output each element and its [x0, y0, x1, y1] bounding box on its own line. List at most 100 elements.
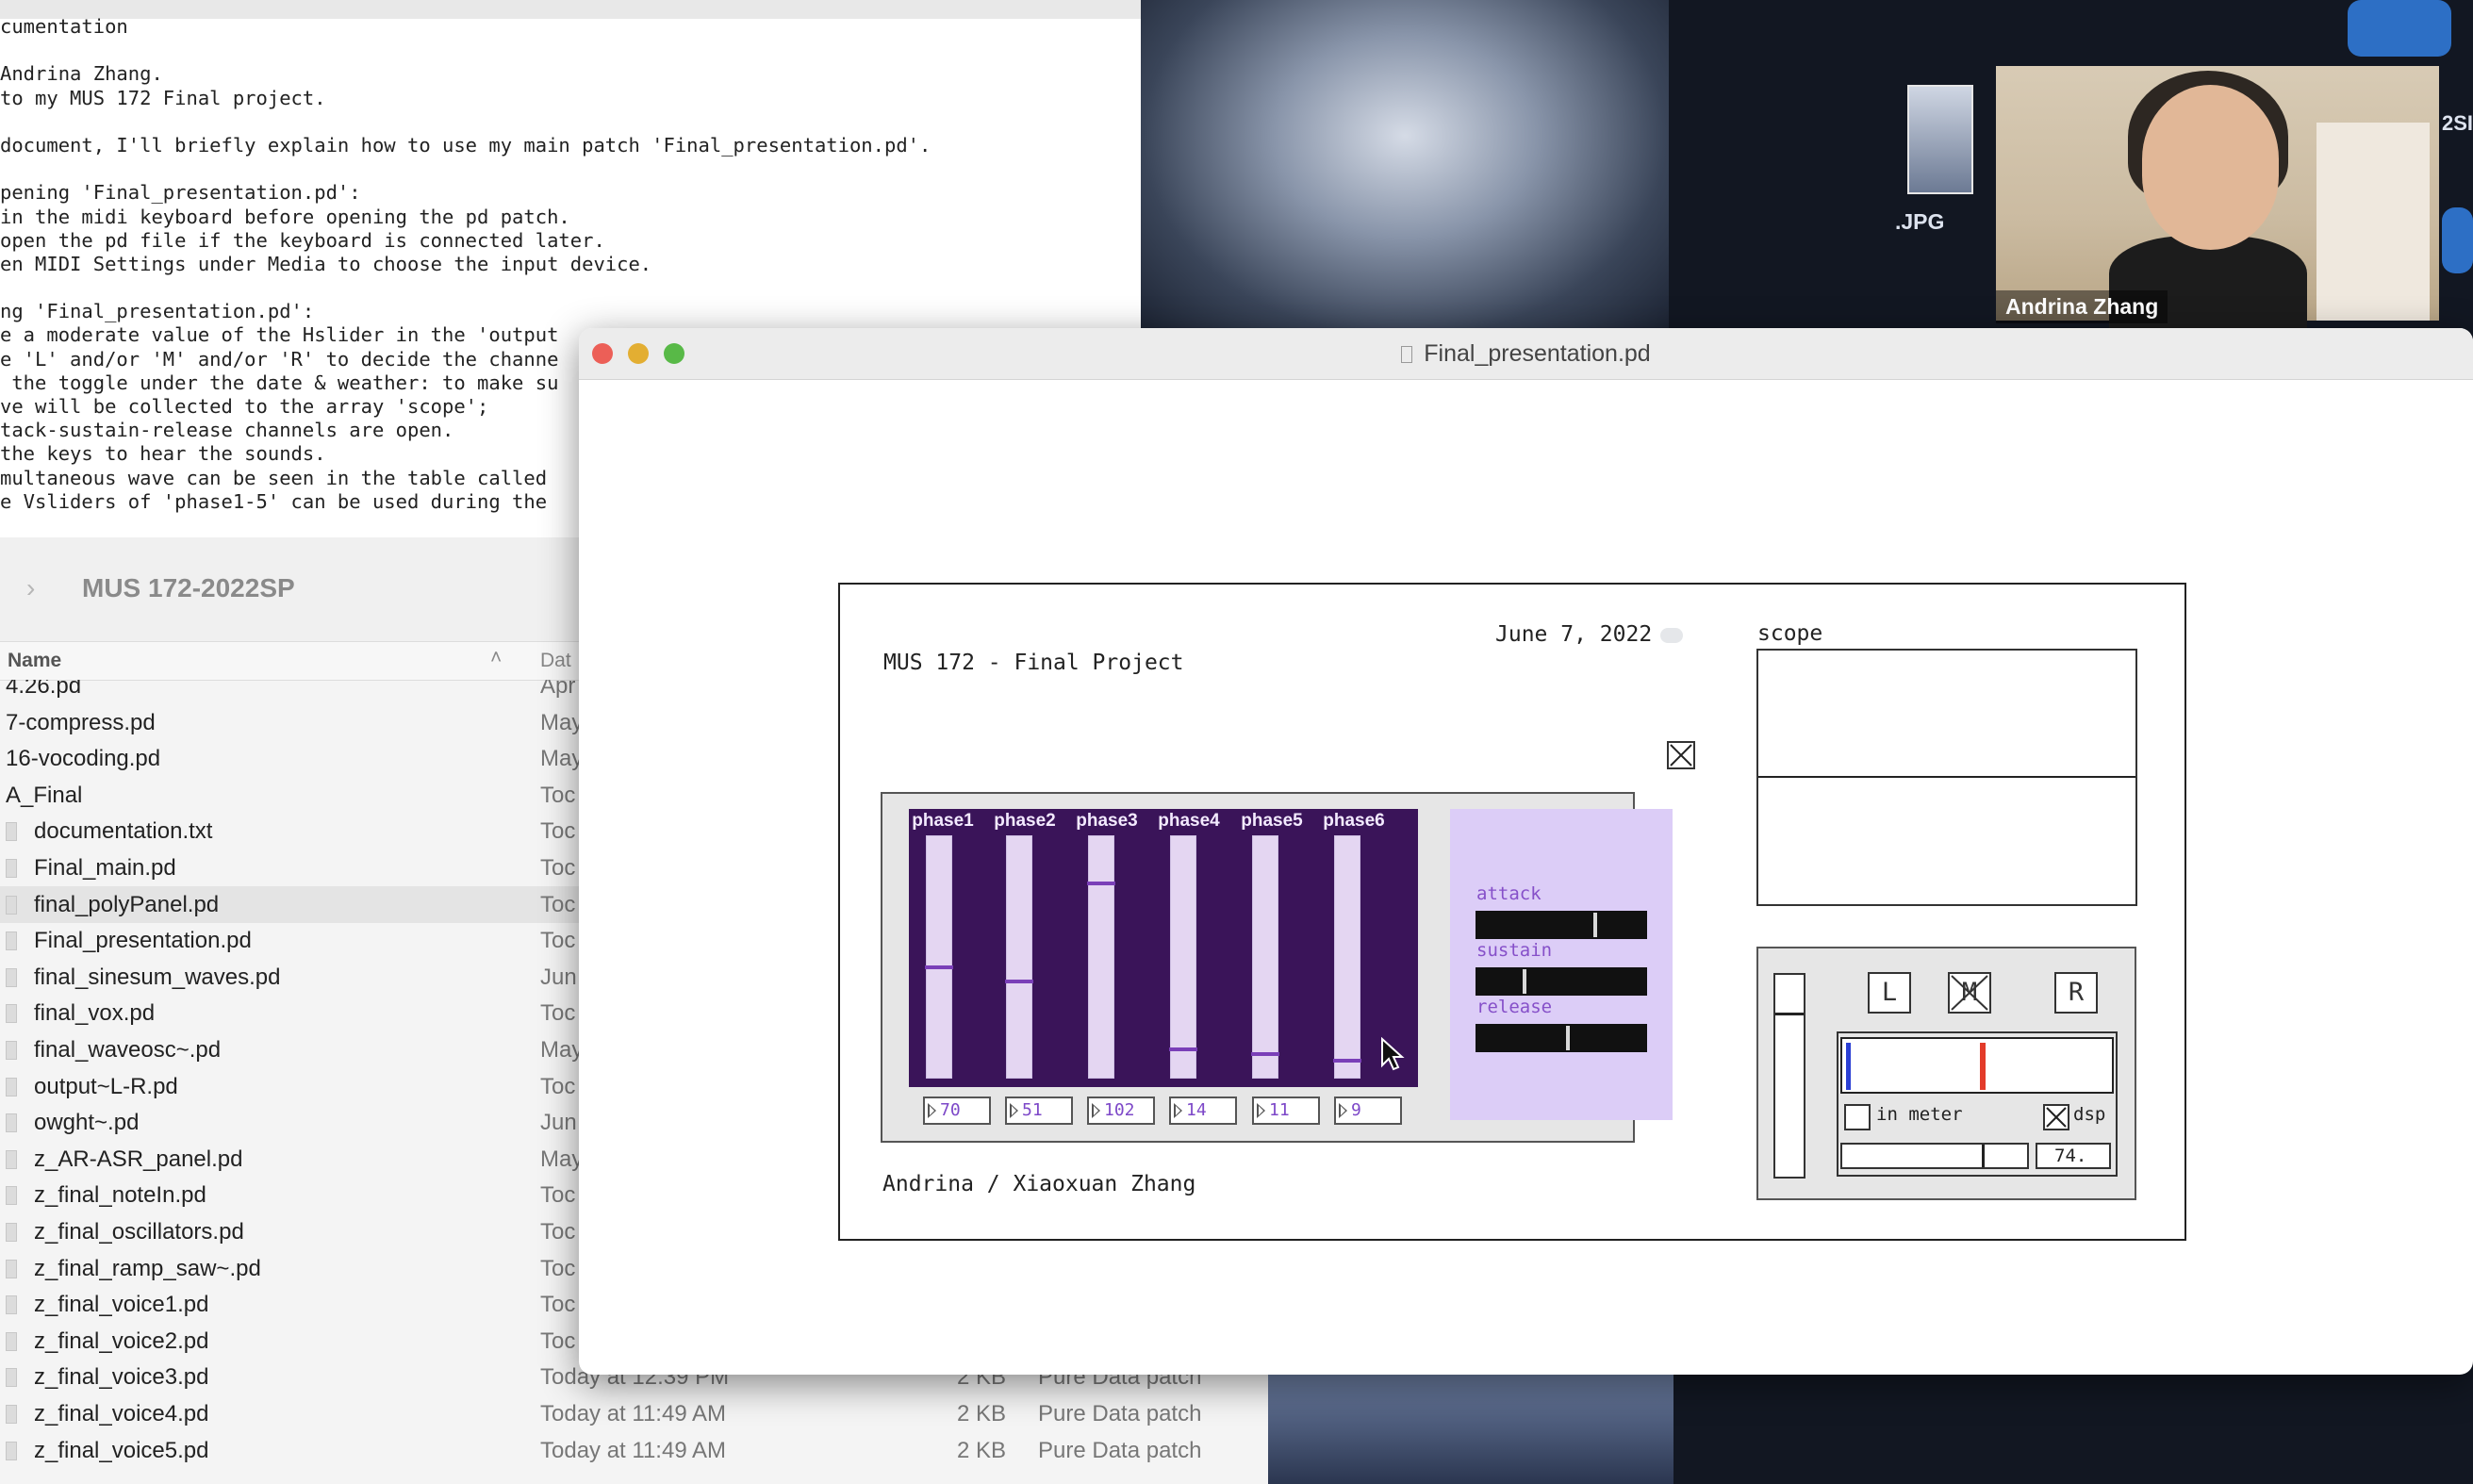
desktop-folder-icon[interactable]: [2348, 0, 2451, 57]
file-size: 2 KB: [957, 1437, 1007, 1463]
participant-name: Andrina Zhang: [1996, 290, 2168, 323]
file-date: Today at 11:49 AM: [540, 1401, 727, 1426]
release-hslider[interactable]: [1476, 1024, 1647, 1052]
phase-vslider[interactable]: [1251, 835, 1279, 1079]
file-kind: Pure Data patch: [1038, 1401, 1202, 1426]
column-date-header[interactable]: Dat: [540, 650, 571, 672]
file-date: Toc: [540, 928, 576, 954]
asr-label: release: [1476, 997, 1553, 1017]
file-date: Toc: [540, 1255, 576, 1281]
phase-vslider[interactable]: [925, 835, 953, 1079]
phase-number-box[interactable]: 14: [1169, 1097, 1237, 1125]
volume-vslider[interactable]: [1773, 973, 1805, 1179]
window-title-text: Final_presentation.pd: [1424, 340, 1651, 367]
phase-number-box[interactable]: 51: [1005, 1097, 1073, 1125]
finder-file-row[interactable]: z_final_voice5.pd Today at 11:49 AM 2 KB Pu…: [0, 1432, 1268, 1469]
column-name-header[interactable]: Name: [8, 650, 61, 672]
file-name: z_final_ramp_saw~.pd: [34, 1255, 261, 1281]
file-name: owght~.pd: [34, 1110, 140, 1136]
phase-label: phase6: [1323, 811, 1385, 831]
wallpaper-art: [1268, 1372, 1673, 1484]
finder-file-row[interactable]: z_final_voice4.pd Today at 11:49 AM 2 KB Pu…: [0, 1395, 1268, 1432]
file-name: z_final_voice1.pd: [34, 1292, 209, 1318]
file-icon: [6, 1295, 17, 1315]
file-date: Toc: [540, 1182, 576, 1209]
phase-label: phase3: [1076, 811, 1138, 831]
vslider-knob[interactable]: [1333, 1059, 1361, 1063]
file-date: Toc: [540, 818, 576, 845]
pd-patch-window[interactable]: Final_presentation.pd MUS 172 - Final Pr…: [579, 328, 2473, 1375]
phase-label: phase4: [1158, 811, 1220, 831]
sort-chevron-icon[interactable]: ˄: [490, 647, 502, 669]
file-icon: [6, 1223, 17, 1242]
image-file-icon[interactable]: [1907, 85, 1973, 194]
file-name: z_final_voice5.pd: [34, 1437, 209, 1463]
desktop-folder-icon[interactable]: [2442, 207, 2473, 273]
video-participant-tile[interactable]: Andrina Zhang: [1996, 66, 2439, 330]
editor-line: open the pd file if the keyboard is conn…: [0, 228, 605, 252]
document-icon: [1401, 346, 1413, 364]
phase-number-box[interactable]: 102: [1087, 1097, 1155, 1125]
file-size: 2 KB: [957, 1401, 1007, 1426]
volume-knob[interactable]: [1775, 1013, 1804, 1015]
phase-vslider[interactable]: [1169, 835, 1197, 1079]
phase-vslider[interactable]: [1087, 835, 1115, 1079]
phase-number-box[interactable]: 9: [1334, 1097, 1402, 1125]
in-meter-toggle[interactable]: [1844, 1104, 1871, 1130]
channel-right-button[interactable]: R: [2054, 972, 2098, 1014]
phase-number-box[interactable]: 70: [923, 1097, 991, 1125]
file-date: Today at 11:49 AM: [540, 1437, 727, 1463]
file-date: Jun: [540, 1110, 577, 1136]
file-icon: [6, 967, 17, 987]
gain-knob[interactable]: [1982, 1145, 1985, 1167]
project-title: MUS 172 - Final Project: [883, 651, 1184, 675]
file-date: Toc: [540, 1292, 576, 1318]
editor-line: document, I'll briefly explain how to us…: [0, 133, 931, 157]
file-kind: Pure Data patch: [1038, 1437, 1202, 1463]
channel-mid-button[interactable]: M: [1948, 972, 1991, 1014]
gain-number-box[interactable]: 74.: [2036, 1143, 2111, 1169]
sustain-hslider[interactable]: [1476, 967, 1647, 996]
file-name: final_vox.pd: [34, 1000, 156, 1027]
pd-titlebar[interactable]: Final_presentation.pd: [579, 328, 2473, 380]
file-name: Final_presentation.pd: [34, 928, 252, 954]
video-background: [2316, 123, 2430, 321]
output-gain-hslider[interactable]: [1840, 1143, 2029, 1169]
dsp-toggle[interactable]: [2043, 1104, 2069, 1130]
phase-vslider[interactable]: [1333, 835, 1361, 1079]
file-name: A_Final: [6, 782, 83, 808]
vslider-knob[interactable]: [1251, 1052, 1279, 1056]
hslider-knob[interactable]: [1593, 913, 1597, 937]
file-icon: [6, 1331, 17, 1351]
vslider-knob[interactable]: [925, 965, 953, 969]
author-label: Andrina / Xiaoxuan Zhang: [882, 1172, 1196, 1196]
file-date: Toc: [540, 891, 576, 917]
file-name: documentation.txt: [34, 818, 213, 845]
file-icon: [6, 1113, 17, 1133]
channel-left-button[interactable]: L: [1868, 972, 1911, 1014]
scope-toggle[interactable]: [1667, 741, 1695, 769]
file-date: May: [540, 709, 584, 735]
file-name: output~L-R.pd: [34, 1073, 178, 1099]
chevron-right-icon[interactable]: ›: [26, 573, 35, 603]
dsp-label: dsp: [2073, 1104, 2106, 1125]
wallpaper-art: [1141, 0, 1669, 339]
editor-line: cumentation: [0, 15, 128, 38]
file-date: Toc: [540, 1219, 576, 1245]
file-icon: [6, 1259, 17, 1278]
hslider-knob[interactable]: [1566, 1026, 1570, 1050]
phase-vslider[interactable]: [1005, 835, 1033, 1079]
editor-line: pening 'Final_presentation.pd':: [0, 181, 361, 205]
phase-number-box[interactable]: 11: [1252, 1097, 1320, 1125]
image-file-label: .JPG: [1895, 209, 1945, 234]
file-name: z_final_voice3.pd: [34, 1364, 209, 1391]
vslider-knob[interactable]: [1005, 980, 1033, 983]
vslider-knob[interactable]: [1087, 882, 1115, 885]
toggle-x-icon: [2046, 1107, 2067, 1128]
vslider-knob[interactable]: [1169, 1047, 1197, 1051]
attack-hslider[interactable]: [1476, 911, 1647, 939]
scope-array[interactable]: [1756, 649, 2137, 906]
hslider-knob[interactable]: [1523, 969, 1526, 994]
